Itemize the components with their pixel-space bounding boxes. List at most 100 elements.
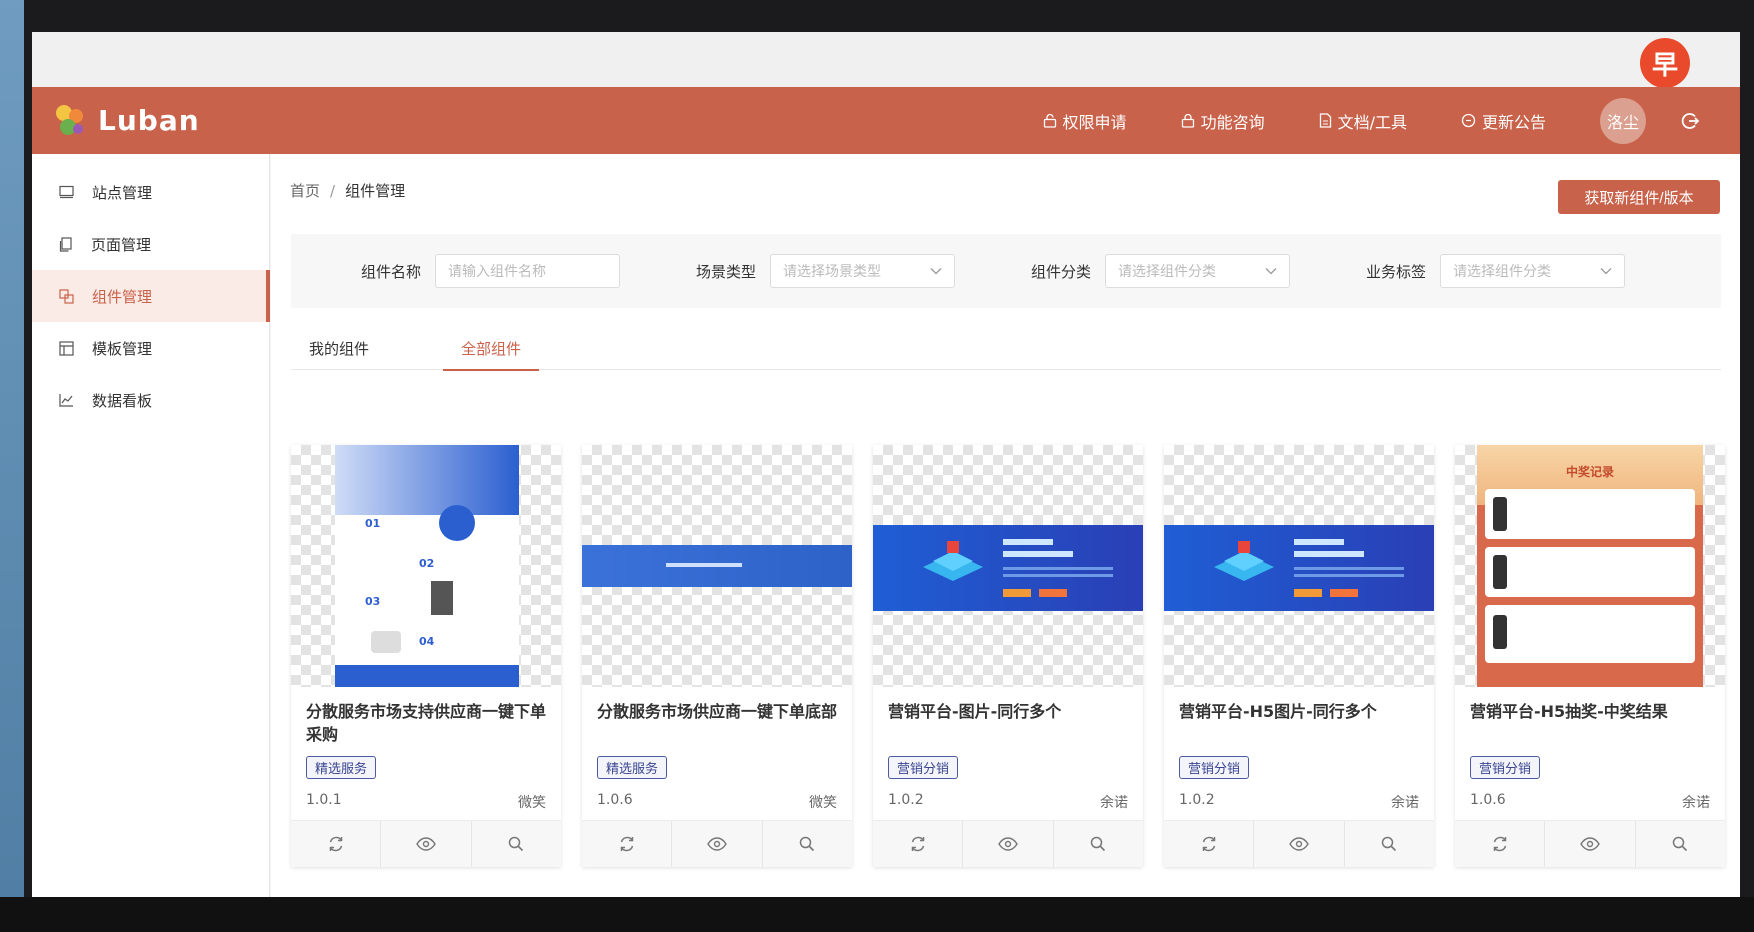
search-button[interactable] — [472, 821, 561, 867]
component-card[interactable]: 营销平台-H5图片-同行多个 营销分销 1.0.2 余诺 — [1164, 445, 1434, 867]
sidebar-item-template-management[interactable]: 模板管理 — [32, 322, 269, 374]
floating-badge[interactable]: 早 — [1640, 38, 1690, 88]
nav-update-notice[interactable]: 更新公告 — [1461, 109, 1546, 133]
preview-button[interactable] — [963, 821, 1054, 867]
logo-text: Luban — [98, 104, 200, 137]
card-actions — [1164, 820, 1434, 867]
preview-button[interactable] — [1254, 821, 1345, 867]
search-icon — [1673, 836, 1688, 852]
chevron-down-icon — [1600, 268, 1612, 275]
card-thumbnail: 01 02 03 04 — [291, 445, 561, 687]
card-actions — [291, 820, 561, 867]
browser-top-area — [32, 32, 1740, 87]
sidebar-item-component-management[interactable]: 组件管理 — [32, 270, 270, 322]
thumbnail-image — [582, 545, 852, 587]
preview-button[interactable] — [1545, 821, 1636, 867]
fetch-new-component-button[interactable]: 获取新组件/版本 — [1558, 180, 1720, 214]
filter-label-category: 组件分类 — [1031, 262, 1092, 281]
filter-label-scene: 场景类型 — [696, 262, 757, 281]
sidebar-item-site-management[interactable]: 站点管理 — [32, 166, 269, 218]
breadcrumb-separator: / — [330, 182, 336, 200]
chart-icon — [59, 394, 73, 407]
card-title: 营销平台-H5图片-同行多个 — [1179, 702, 1377, 721]
card-thumbnail — [582, 445, 852, 687]
refresh-button[interactable] — [873, 821, 964, 867]
breadcrumb: 首页 / 组件管理 — [290, 180, 405, 201]
logout-button[interactable] — [1680, 111, 1700, 131]
eye-icon — [707, 837, 727, 851]
business-tag-select[interactable]: 请选择组件分类 — [1440, 254, 1626, 288]
nav-feature-consult[interactable]: 功能咨询 — [1181, 109, 1265, 133]
refresh-button[interactable] — [1455, 821, 1546, 867]
tab-all-components[interactable]: 全部组件 — [443, 326, 540, 371]
sidebar-item-label: 数据看板 — [92, 391, 153, 410]
nav-permission-apply[interactable]: 权限申请 — [1043, 109, 1127, 133]
search-button[interactable] — [1054, 821, 1143, 867]
card-title: 分散服务市场供应商一键下单底部 — [597, 702, 838, 721]
sidebar-item-data-dashboard[interactable]: 数据看板 — [32, 374, 269, 426]
card-version: 1.0.6 — [1470, 792, 1506, 808]
thumbnail-image — [1164, 525, 1434, 611]
card-tag: 营销分销 — [1179, 756, 1250, 779]
card-version: 1.0.2 — [1179, 792, 1215, 808]
refresh-button[interactable] — [582, 821, 673, 867]
refresh-button[interactable] — [291, 821, 382, 867]
search-icon — [1382, 836, 1397, 852]
tab-my-components[interactable]: 我的组件 — [291, 326, 387, 370]
breadcrumb-home[interactable]: 首页 — [290, 182, 320, 200]
component-card[interactable]: 营销平台-图片-同行多个 营销分销 1.0.2 余诺 — [873, 445, 1143, 867]
search-button[interactable] — [1345, 821, 1434, 867]
user-avatar[interactable]: 洛尘 — [1600, 97, 1646, 144]
search-button[interactable] — [763, 821, 852, 867]
card-title: 营销平台-H5抽奖-中奖结果 — [1470, 702, 1668, 721]
template-icon — [59, 340, 74, 356]
thumbnail-image — [873, 525, 1143, 611]
component-card[interactable]: 分散服务市场供应商一键下单底部 精选服务 1.0.6 微笑 — [582, 445, 852, 867]
filter-label-tag: 业务标签 — [1366, 262, 1427, 281]
luban-logo-icon — [50, 101, 90, 141]
card-tag: 营销分销 — [1470, 756, 1541, 779]
logo[interactable]: Luban — [50, 101, 200, 141]
desktop-edge — [0, 0, 24, 932]
card-thumbnail: 中奖记录 — [1455, 445, 1725, 687]
nav-docs-tools[interactable]: 文档/工具 — [1319, 109, 1407, 133]
card-author: 余诺 — [1100, 795, 1128, 811]
sidebar-item-page-management[interactable]: 页面管理 — [32, 218, 269, 270]
eye-icon — [416, 837, 436, 851]
sidebar-item-label: 组件管理 — [92, 287, 153, 306]
filter-label-name: 组件名称 — [361, 262, 422, 281]
refresh-icon — [911, 836, 924, 852]
preview-button[interactable] — [672, 821, 763, 867]
card-thumbnail — [873, 445, 1143, 687]
nav-label: 权限申请 — [1062, 112, 1127, 132]
preview-button[interactable] — [381, 821, 472, 867]
card-title: 分散服务市场支持供应商一键下单采购 — [306, 702, 547, 744]
refresh-button[interactable] — [1164, 821, 1255, 867]
select-placeholder: 请选择组件分类 — [1453, 264, 1552, 280]
search-button[interactable] — [1636, 821, 1725, 867]
top-nav: 权限申请 功能咨询 文档/工具 更新公告 洛尘 — [1043, 97, 1740, 144]
component-card-list: 01 02 03 04 分散服务市场支持供应商一键下单采购 精选服务 1.0.1… — [291, 445, 1725, 867]
sidebar-item-label: 模板管理 — [92, 339, 153, 358]
app-window: 早 Luban 权限申请 功能咨询 文档/工具 更新公告 洛尘 站点管理 页面管… — [32, 32, 1740, 897]
eye-icon — [1580, 837, 1600, 851]
screen-bottom-bezel — [0, 897, 1754, 932]
logout-icon — [1681, 112, 1700, 129]
document-icon — [1319, 113, 1331, 128]
monitor-icon — [59, 185, 74, 199]
card-version: 1.0.6 — [597, 792, 633, 808]
message-icon — [1461, 113, 1476, 128]
refresh-icon — [1493, 836, 1506, 852]
scene-type-select[interactable]: 请选择场景类型 — [770, 254, 956, 288]
card-actions — [582, 820, 852, 867]
component-card[interactable]: 中奖记录 营销平台-H5抽奖-中奖结果 营销分销 1.0.6 余诺 — [1455, 445, 1725, 867]
search-icon — [509, 836, 524, 852]
filter-bar: 组件名称 请输入组件名称 场景类型 请选择场景类型 组件分类 请选择组件分类 业… — [291, 234, 1721, 308]
component-name-input[interactable]: 请输入组件名称 — [435, 254, 621, 288]
component-category-select[interactable]: 请选择组件分类 — [1105, 254, 1291, 288]
component-card[interactable]: 01 02 03 04 分散服务市场支持供应商一键下单采购 精选服务 1.0.1… — [291, 445, 561, 867]
eye-icon — [998, 837, 1018, 851]
card-version: 1.0.2 — [888, 792, 924, 808]
thumbnail-image: 01 02 03 04 — [335, 445, 519, 687]
breadcrumb-current: 组件管理 — [345, 182, 406, 200]
